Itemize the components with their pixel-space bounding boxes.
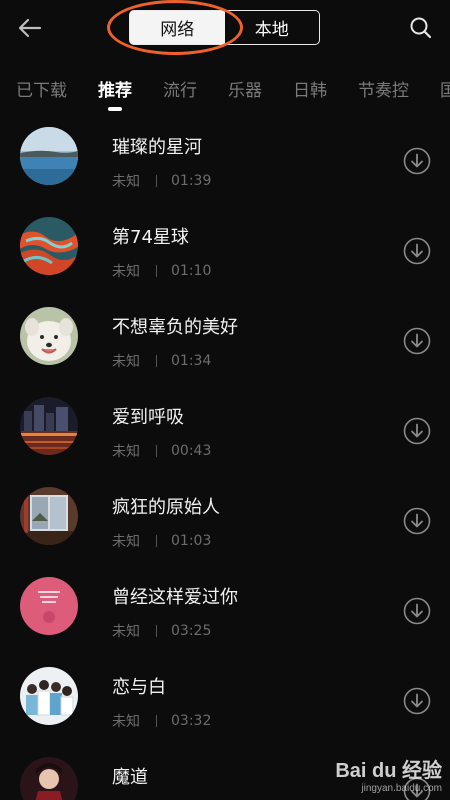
song-meta: 未知 00:43 xyxy=(112,441,211,461)
back-arrow-icon[interactable] xyxy=(14,12,46,44)
song-item[interactable]: 不想辜负的美好 未知 01:34 xyxy=(0,293,450,383)
song-source: 未知 xyxy=(112,714,140,730)
song-title: 疯狂的原始人 xyxy=(112,497,220,518)
song-duration: 03:32 xyxy=(171,713,212,729)
meta-divider xyxy=(156,715,157,727)
cover-art-window xyxy=(20,487,78,545)
song-duration: 03:25 xyxy=(171,623,212,639)
tab-downloaded[interactable]: 已下载 xyxy=(16,76,67,101)
tab-active-indicator xyxy=(108,107,122,111)
song-list: 璀璨的星河 未知 01:39 第74星球 未知 01:10 不想辜负的美好 未知… xyxy=(0,113,450,800)
download-icon[interactable] xyxy=(403,417,431,445)
header: 网络 本地 xyxy=(0,0,450,58)
song-item[interactable]: 爱到呼吸 未知 00:43 xyxy=(0,383,450,473)
watermark: Bai du 经验 jingyan.baidu.com xyxy=(335,754,442,794)
meta-divider xyxy=(156,175,157,187)
song-meta: 未知 01:39 xyxy=(112,171,211,191)
song-source: 未知 xyxy=(112,264,140,280)
cover-art-abstract xyxy=(20,217,78,275)
song-item[interactable]: 恋与白 未知 03:32 xyxy=(0,653,450,743)
song-meta: 未知 03:32 xyxy=(112,711,211,731)
song-source: 未知 xyxy=(112,624,140,640)
download-icon[interactable] xyxy=(403,147,431,175)
song-item[interactable]: 曾经这样爱过你 未知 03:25 xyxy=(0,563,450,653)
meta-divider xyxy=(156,355,157,367)
song-title: 璀璨的星河 xyxy=(112,137,202,158)
song-title: 第74星球 xyxy=(112,227,189,248)
song-meta: 未知 01:03 xyxy=(112,531,211,551)
meta-divider xyxy=(156,445,157,457)
song-title: 魔道 xyxy=(112,767,148,788)
tab-japan-korea[interactable]: 日韩 xyxy=(293,76,327,101)
song-source: 未知 xyxy=(112,354,140,370)
song-source: 未知 xyxy=(112,534,140,550)
song-duration: 01:03 xyxy=(171,533,212,549)
cover-art-group xyxy=(20,667,78,725)
tab-popular[interactable]: 流行 xyxy=(163,76,197,101)
song-item[interactable]: 璀璨的星河 未知 01:39 xyxy=(0,113,450,203)
download-icon[interactable] xyxy=(403,597,431,625)
watermark-logo: Bai du 经验 xyxy=(335,760,442,782)
tab-recommended[interactable]: 推荐 xyxy=(98,76,132,101)
meta-divider xyxy=(156,625,157,637)
source-toggle: 网络 本地 xyxy=(129,10,320,45)
song-item[interactable]: 第74星球 未知 01:10 xyxy=(0,203,450,293)
download-icon[interactable] xyxy=(403,687,431,715)
song-item[interactable]: 疯狂的原始人 未知 01:03 xyxy=(0,473,450,563)
watermark-url: jingyan.baidu.com xyxy=(361,783,442,794)
cover-art-character xyxy=(20,757,78,800)
toggle-local[interactable]: 本地 xyxy=(225,11,320,44)
cover-art-lake xyxy=(20,127,78,185)
meta-divider xyxy=(156,535,157,547)
cover-art-pink xyxy=(20,577,78,635)
tab-rhythm[interactable]: 节奏控 xyxy=(358,76,409,101)
song-meta: 未知 03:25 xyxy=(112,621,211,641)
song-title: 曾经这样爱过你 xyxy=(112,587,238,608)
song-duration: 01:10 xyxy=(171,263,212,279)
song-title: 不想辜负的美好 xyxy=(112,317,238,338)
cover-art-night-city xyxy=(20,397,78,455)
tab-more[interactable]: 国 xyxy=(440,76,450,101)
song-duration: 01:39 xyxy=(171,173,212,189)
meta-divider xyxy=(156,265,157,277)
download-icon[interactable] xyxy=(403,327,431,355)
download-icon[interactable] xyxy=(403,507,431,535)
category-tabs: 已下载 推荐 流行 乐器 日韩 节奏控 国 xyxy=(0,72,450,112)
download-icon[interactable] xyxy=(403,237,431,265)
song-meta: 未知 01:10 xyxy=(112,261,211,281)
song-meta: 未知 01:34 xyxy=(112,351,211,371)
song-title: 恋与白 xyxy=(112,677,166,698)
search-icon[interactable] xyxy=(406,13,436,43)
song-source: 未知 xyxy=(112,174,140,190)
song-duration: 01:34 xyxy=(171,353,212,369)
toggle-network[interactable]: 网络 xyxy=(130,11,225,44)
song-title: 爱到呼吸 xyxy=(112,407,184,428)
cover-art-dog xyxy=(20,307,78,365)
tab-instrument[interactable]: 乐器 xyxy=(228,76,262,101)
song-duration: 00:43 xyxy=(171,443,212,459)
song-source: 未知 xyxy=(112,444,140,460)
